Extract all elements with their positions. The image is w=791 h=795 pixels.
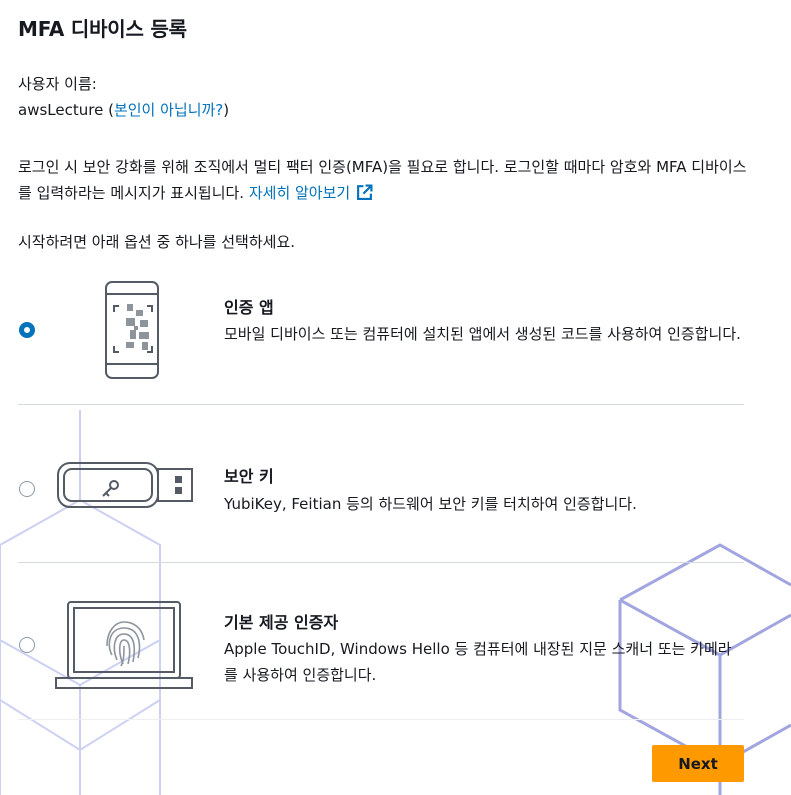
paren-close: ) <box>223 101 230 119</box>
next-button[interactable]: Next <box>652 745 744 782</box>
built-in-authenticator-title: 기본 제공 인증자 <box>224 613 339 632</box>
username-line: awsLecture (본인이 아닙니까?) <box>18 99 229 120</box>
security-key-radio[interactable] <box>19 481 35 497</box>
external-link-icon <box>357 184 373 200</box>
username-value: awsLecture <box>18 101 104 119</box>
authenticator-app-description: 모바일 디바이스 또는 컴퓨터에 설치된 앱에서 생성된 코드를 사용하여 인증… <box>224 325 741 343</box>
learn-more-link[interactable]: 자세히 알아보기 <box>249 184 373 202</box>
security-key-description: YubiKey, Feitian 등의 하드웨어 보안 키를 터치하여 인증합니… <box>224 495 637 513</box>
choose-option-prompt: 시작하려면 아래 옵션 중 하나를 선택하세요. <box>18 233 296 251</box>
paren-open: ( <box>103 101 114 119</box>
laptop-fingerprint-icon <box>55 601 193 689</box>
option-divider <box>18 719 744 720</box>
page-title: MFA 디바이스 등록 <box>18 17 187 41</box>
username-label: 사용자 이름: <box>18 75 97 93</box>
option-authenticator-app[interactable]: 인증 앱 모바일 디바이스 또는 컴퓨터에 설치된 앱에서 생성된 코드를 사용… <box>18 280 744 400</box>
authenticator-app-radio[interactable] <box>19 322 35 338</box>
authenticator-app-title: 인증 앱 <box>224 298 274 317</box>
learn-more-label: 자세히 알아보기 <box>248 184 351 202</box>
security-key-title: 보안 키 <box>224 467 274 486</box>
mfa-description-text: 로그인 시 보안 강화를 위해 조직에서 멀티 팩터 인증(MFA)을 필요로 … <box>18 158 747 202</box>
not-you-link[interactable]: 본인이 아닙니까? <box>114 101 223 119</box>
usb-security-key-icon <box>57 462 193 508</box>
option-security-key[interactable]: 보안 키 YubiKey, Feitian 등의 하드웨어 보안 키를 터치하여… <box>18 455 744 535</box>
mfa-description: 로그인 시 보안 강화를 위해 조직에서 멀티 팩터 인증(MFA)을 필요로 … <box>18 154 758 206</box>
option-divider <box>18 404 744 405</box>
option-divider <box>18 562 744 563</box>
option-built-in-authenticator[interactable]: 기본 제공 인증자 Apple TouchID, Windows Hello 등… <box>18 598 744 708</box>
built-in-authenticator-description: Apple TouchID, Windows Hello 등 컴퓨터에 내장된 … <box>224 640 732 684</box>
phone-qr-icon <box>105 281 159 379</box>
built-in-authenticator-radio[interactable] <box>19 637 35 653</box>
